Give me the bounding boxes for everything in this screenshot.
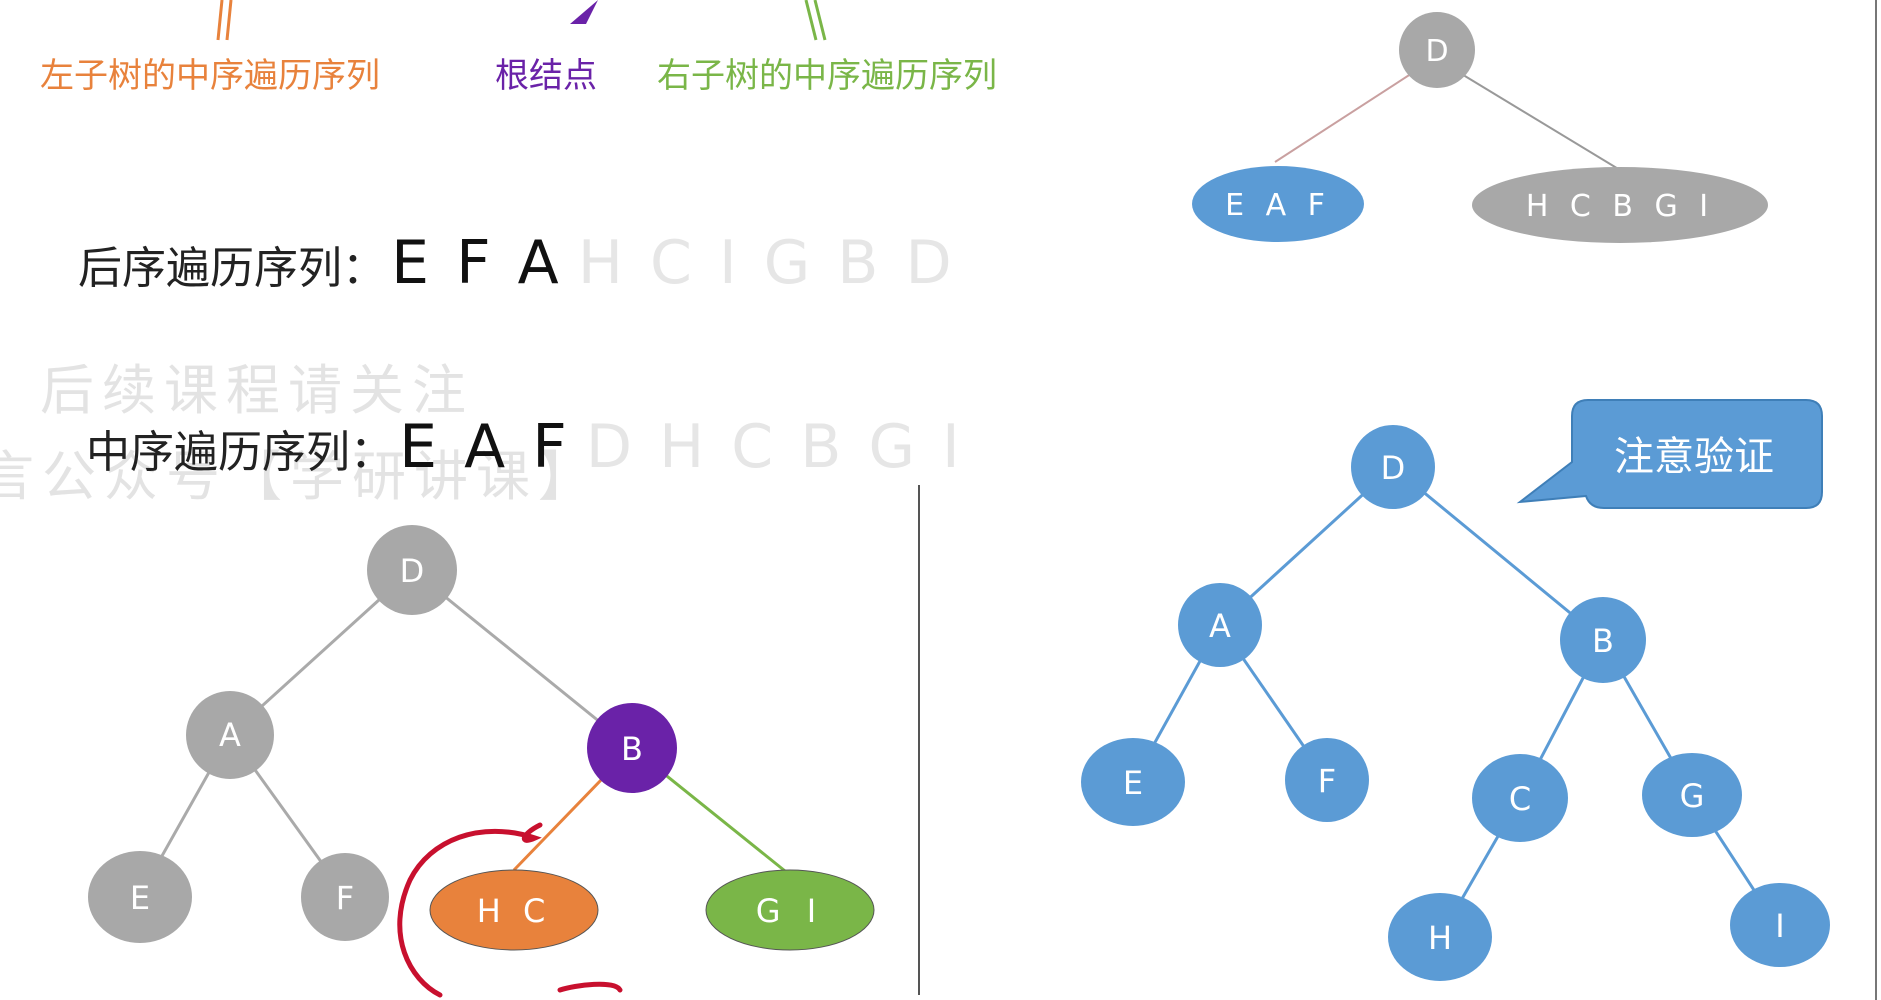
postorder-rest: H C I G B D bbox=[577, 228, 956, 298]
top-tree-right-text: H C B G I bbox=[1526, 189, 1714, 224]
inorder-highlight: E A F bbox=[399, 412, 571, 482]
right-inorder-label: 右子树的中序遍历序列 bbox=[657, 56, 997, 96]
left-inorder-label: 左子树的中序遍历序列 bbox=[40, 56, 380, 96]
right-tree-text-H: H bbox=[1428, 919, 1452, 957]
left-tree-text-A: A bbox=[219, 716, 241, 754]
right-tree-text-D: D bbox=[1381, 449, 1406, 487]
left-tree-text-HC: H C bbox=[477, 892, 552, 930]
left-tree-text-B: B bbox=[621, 730, 643, 768]
right-tree-text-C: C bbox=[1509, 780, 1531, 818]
top-arrows bbox=[216, 0, 827, 41]
root-arrow-head bbox=[570, 0, 598, 24]
right-tree-text-A: A bbox=[1209, 607, 1231, 645]
left-tree-text-GI: G I bbox=[756, 892, 824, 930]
inorder-rest: D H C B G I bbox=[585, 412, 964, 482]
vertical-divider bbox=[918, 485, 920, 995]
right-edge-line bbox=[1875, 0, 1877, 1000]
right-tree-text-I: I bbox=[1775, 907, 1784, 945]
callout-bubble: 注意验证 bbox=[1516, 399, 1823, 509]
inorder-label: 中序遍历序列： bbox=[86, 427, 394, 478]
right-tree-text-G: G bbox=[1680, 777, 1705, 815]
top-tree: D E A F H C B G I bbox=[1192, 12, 1768, 243]
left-tree: D A B E F H C G I bbox=[88, 525, 875, 998]
top-tree-root-text: D bbox=[1425, 34, 1448, 69]
left-tree-text-E: E bbox=[130, 879, 150, 917]
right-tree-text-E: E bbox=[1123, 764, 1143, 802]
root-label: 根结点 bbox=[495, 56, 597, 96]
left-tree-text-D: D bbox=[400, 552, 425, 590]
top-tree-left-text: E A F bbox=[1225, 188, 1331, 223]
postorder-row: 后序遍历序列： E F A H C I G B D bbox=[78, 228, 956, 298]
left-tree-text-F: F bbox=[336, 879, 354, 917]
right-tree-text-F: F bbox=[1318, 762, 1336, 800]
postorder-label: 后序遍历序列： bbox=[78, 243, 386, 294]
postorder-highlight: E F A bbox=[391, 228, 563, 298]
right-tree-text-B: B bbox=[1592, 622, 1614, 660]
inorder-row: 中序遍历序列： E A F D H C B G I bbox=[86, 412, 964, 482]
callout-text: 注意验证 bbox=[1614, 434, 1774, 480]
